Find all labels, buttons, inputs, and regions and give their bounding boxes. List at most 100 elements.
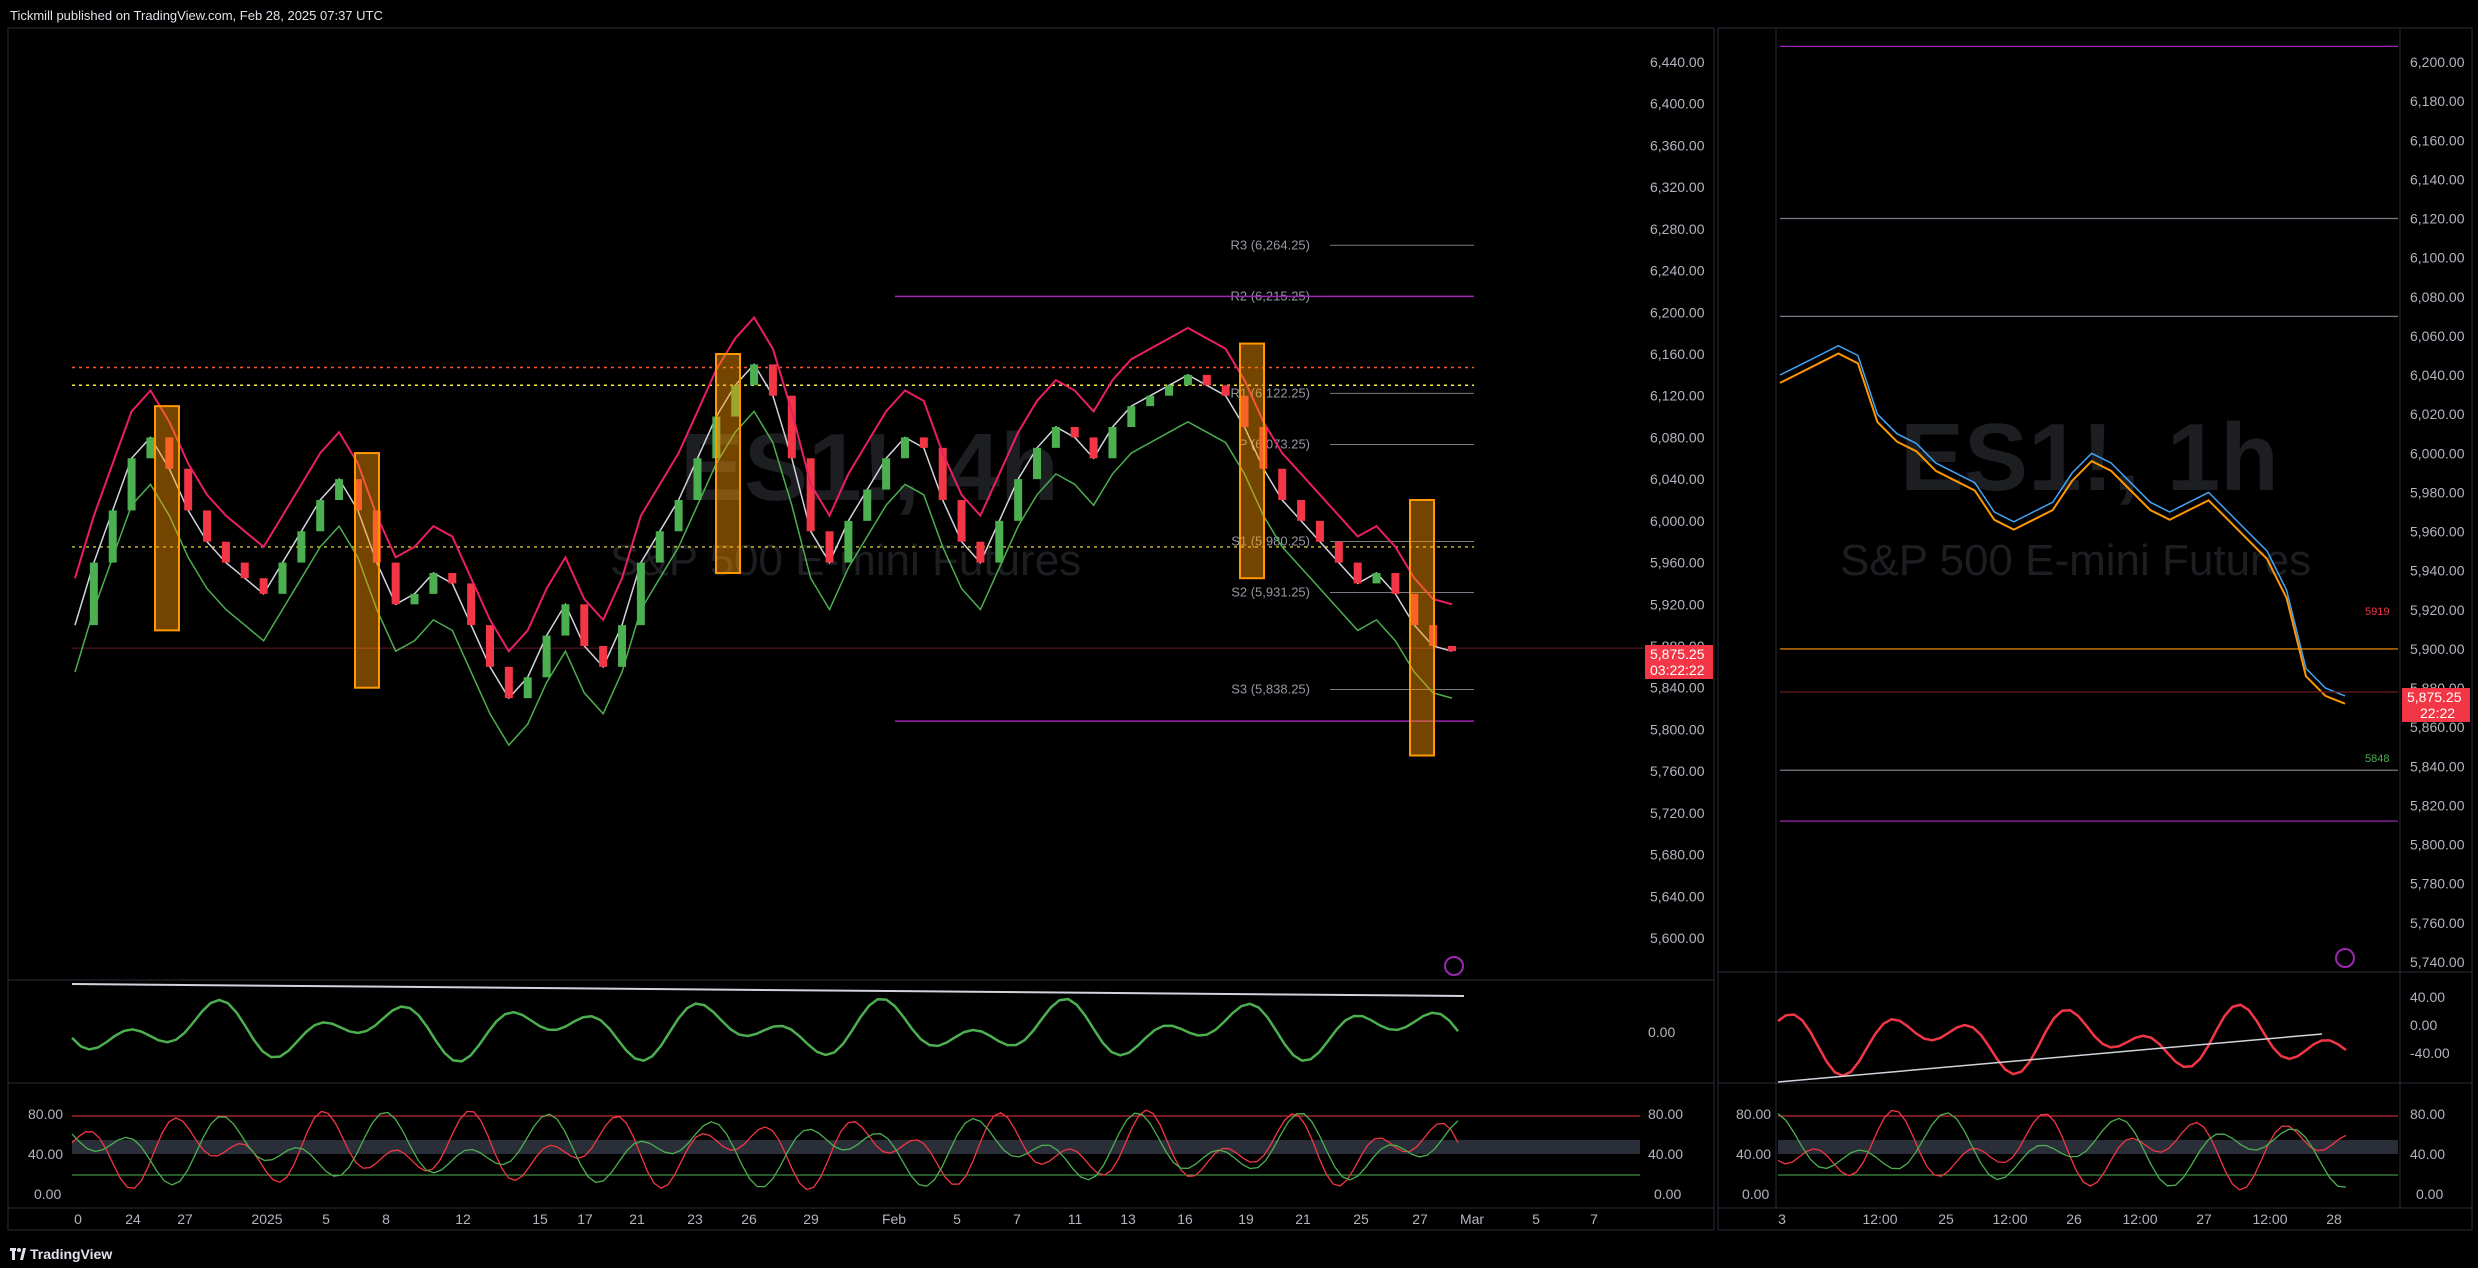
left-last-price: 5,875.25	[1650, 646, 1705, 662]
right-price-tick: 5,940.00	[2410, 563, 2465, 579]
candle	[146, 437, 155, 459]
left-x-tick: 27	[177, 1211, 193, 1227]
candle	[561, 604, 570, 636]
left-x-tick: 24	[125, 1211, 141, 1227]
candle	[1221, 385, 1230, 396]
osc1-line	[71, 997, 1459, 1063]
osc2-left-80-r: 80.00	[1648, 1106, 1683, 1122]
right-small-label-2: 5848	[2365, 753, 2389, 765]
candle	[1315, 520, 1324, 542]
candle	[448, 573, 457, 584]
highlight-box	[1409, 499, 1435, 757]
left-x-tick: 29	[803, 1211, 819, 1227]
left-x-tick: 5	[953, 1211, 961, 1227]
candle	[1448, 646, 1456, 652]
osc2-left-80-l: 80.00	[28, 1106, 63, 1122]
candle	[863, 489, 872, 521]
left-x-tick: 15	[532, 1211, 548, 1227]
candle	[693, 458, 702, 500]
left-x-tick: 17	[577, 1211, 593, 1227]
osc2-left-40-r: 40.00	[1648, 1146, 1683, 1162]
left-price-tick: 6,120.00	[1650, 388, 1705, 404]
osc2-left-40-l: 40.00	[28, 1146, 63, 1162]
osc1-right-neg40: -40.00	[2410, 1045, 2450, 1061]
osc1-trendline	[71, 983, 1465, 997]
right-price-tick: 6,060.00	[2410, 328, 2465, 344]
candle	[504, 666, 513, 699]
right-small-label-1: 5919	[2365, 606, 2389, 618]
candle	[297, 531, 306, 563]
right-x-tick: 12:00	[1992, 1211, 2027, 1227]
left-x-tick: 19	[1238, 1211, 1254, 1227]
footer-brand: TradingView	[30, 1246, 113, 1262]
left-x-tick: 11	[1068, 1211, 1083, 1227]
left-x-tick: 5	[1532, 1211, 1540, 1227]
left-price-tick: 6,280.00	[1650, 221, 1705, 237]
pivot-label: S2 (5,931.25)	[1231, 585, 1310, 600]
right-price-tick: 5,900.00	[2410, 641, 2465, 657]
candle	[467, 583, 476, 626]
candle	[1127, 406, 1136, 427]
candle	[995, 520, 1004, 563]
left-x-tick: 12	[455, 1211, 471, 1227]
left-x-tick: 23	[687, 1211, 703, 1227]
candle	[844, 520, 853, 563]
left-price-tick: 6,440.00	[1650, 54, 1705, 70]
candle	[1183, 374, 1192, 386]
left-x-tick: Mar	[1460, 1211, 1484, 1227]
right-price-tick: 5,820.00	[2410, 797, 2465, 813]
left-price-tick: 6,080.00	[1650, 429, 1705, 445]
candle	[919, 437, 928, 448]
candle	[429, 573, 438, 594]
left-x-tick: 21	[1295, 1211, 1311, 1227]
right-flash-icon[interactable]	[2335, 948, 2355, 968]
left-x-tick: 7	[1013, 1211, 1021, 1227]
osc2-right-80-l: 80.00	[1736, 1106, 1771, 1122]
right-watermark-name: S&P 500 E-mini Futures	[1840, 536, 2311, 585]
left-x-tick: Feb	[882, 1211, 906, 1227]
left-x-tick: 5	[322, 1211, 330, 1227]
osc2-right-80-r: 80.00	[2410, 1106, 2445, 1122]
chart-canvas[interactable]: ES1!, 4h S&P 500 E-mini Futures ES1!, 1h…	[0, 0, 2478, 1240]
right-price-tick: 5,760.00	[2410, 915, 2465, 931]
right-price-tick: 6,160.00	[2410, 132, 2465, 148]
left-panel-frame	[7, 27, 1715, 1231]
footer-bar: TradingView	[0, 1240, 2478, 1268]
right-x-tick: 12:00	[1862, 1211, 1897, 1227]
candle	[1051, 427, 1060, 448]
candle	[542, 635, 551, 678]
osc1-right-40: 40.00	[2410, 989, 2445, 1005]
right-price-tick: 5,740.00	[2410, 954, 2465, 970]
candle	[278, 562, 287, 594]
highlight-box	[715, 353, 741, 574]
candle	[221, 541, 230, 563]
pivot-label: S3 (5,838.25)	[1231, 682, 1310, 697]
right-price-tick: 6,140.00	[2410, 171, 2465, 187]
candle	[900, 437, 909, 459]
candle	[1033, 447, 1042, 480]
right-price-line	[1779, 344, 2346, 697]
right-x-tick: 28	[2326, 1211, 2342, 1227]
left-price-tick: 5,840.00	[1650, 680, 1705, 696]
right-price-tick: 6,180.00	[2410, 93, 2465, 109]
candle	[391, 562, 400, 605]
right-watermark-symbol: ES1!, 1h	[1900, 404, 2279, 511]
left-x-tick: 26	[741, 1211, 757, 1227]
left-x-tick: 13	[1120, 1211, 1136, 1227]
candle	[806, 458, 815, 532]
candle	[1108, 427, 1117, 459]
candle	[938, 447, 947, 500]
highlight-box	[154, 405, 180, 632]
left-flash-icon[interactable]	[1444, 956, 1464, 976]
candle	[108, 510, 117, 563]
candle	[1014, 479, 1023, 521]
right-price-tick: 5,800.00	[2410, 837, 2465, 853]
left-price-tick: 6,400.00	[1650, 96, 1705, 112]
candle	[1070, 427, 1079, 438]
right-price-tick: 6,120.00	[2410, 211, 2465, 227]
right-price-tick: 6,000.00	[2410, 445, 2465, 461]
left-x-tick: 7	[1590, 1211, 1598, 1227]
candle	[1391, 573, 1400, 594]
candle	[1372, 573, 1381, 584]
left-countdown: 03:22:22	[1650, 662, 1705, 678]
